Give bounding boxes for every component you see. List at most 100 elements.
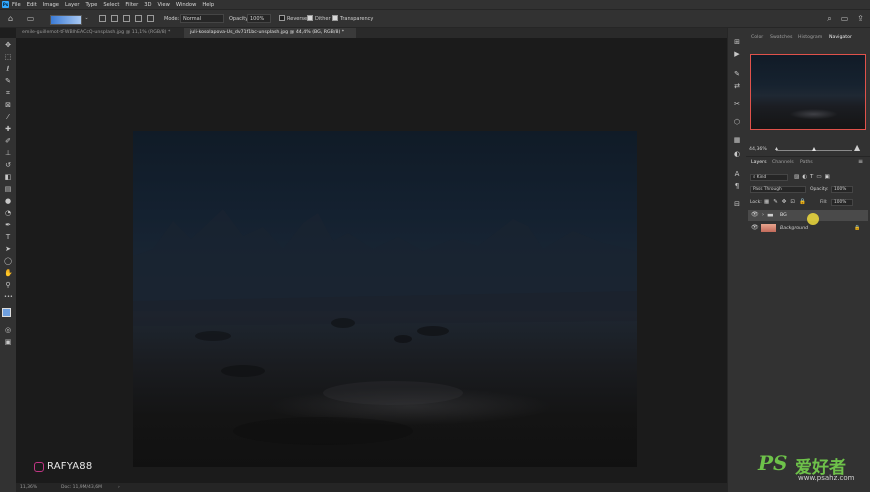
transparency-checkbox[interactable]: [332, 15, 338, 21]
layer-row-background[interactable]: 👁 Background 🔒: [748, 223, 868, 234]
zoom-tool-icon[interactable]: ⚲: [4, 281, 12, 289]
eraser-tool-icon[interactable]: ◧: [4, 173, 12, 181]
menu-3d[interactable]: 3D: [144, 2, 151, 8]
eye-visibility-icon[interactable]: 👁: [751, 211, 759, 218]
linear-gradient-button[interactable]: [99, 15, 106, 22]
menu-file[interactable]: File: [12, 2, 21, 8]
tab-layers[interactable]: Layers: [751, 160, 767, 165]
properties-panel-icon[interactable]: ⊟: [733, 200, 741, 208]
lock-options-icons[interactable]: ▦✎✥⊡🔒: [764, 199, 810, 205]
layer-name-background[interactable]: Background: [780, 226, 808, 231]
frame-tool-icon[interactable]: ⊠: [4, 101, 12, 109]
adjustments-icon[interactable]: ⇄: [733, 82, 741, 90]
actions-panel-icon[interactable]: ▶: [733, 50, 741, 58]
dither-checkbox[interactable]: [307, 15, 313, 21]
navigator-zoom-value[interactable]: 44,36%: [749, 147, 767, 152]
radial-gradient-button[interactable]: [111, 15, 118, 22]
layer-name-bg[interactable]: BG: [780, 213, 787, 218]
diamond-gradient-button[interactable]: [147, 15, 154, 22]
history-brush-tool-icon[interactable]: ↺: [4, 161, 12, 169]
workspace-icon[interactable]: ▭: [840, 14, 849, 23]
canvas-area[interactable]: [16, 38, 727, 483]
color-panel-icon[interactable]: ◐: [733, 150, 741, 158]
quick-select-tool-icon[interactable]: ✎: [4, 77, 12, 85]
folder-icon: ▬: [767, 211, 774, 219]
tab-swatches[interactable]: Swatches: [770, 35, 792, 40]
clone-stamp-tool-icon[interactable]: ⊥: [4, 149, 12, 157]
libraries-icon[interactable]: ▦: [733, 136, 741, 144]
foreground-color-swatch[interactable]: [2, 308, 11, 317]
gradient-tool-preset-icon[interactable]: ▭: [26, 14, 35, 23]
lock-icon: 🔒: [854, 225, 861, 231]
shape-tool-icon[interactable]: ◯: [4, 257, 12, 265]
menu-edit[interactable]: Edit: [27, 2, 37, 8]
reflected-gradient-button[interactable]: [135, 15, 142, 22]
crop-tool-icon[interactable]: ⌗: [4, 89, 12, 97]
angle-gradient-button[interactable]: [123, 15, 130, 22]
tab-channels[interactable]: Channels: [772, 160, 794, 165]
share-icon[interactable]: ⇪: [856, 14, 865, 23]
type-tool-icon[interactable]: T: [4, 233, 12, 241]
zoom-level[interactable]: 11,36%: [20, 483, 37, 492]
marquee-tool-icon[interactable]: ⬚: [4, 53, 12, 61]
chevron-down-icon[interactable]: ⌄: [82, 14, 91, 23]
home-icon[interactable]: ⌂: [6, 14, 15, 23]
gradient-tool-icon[interactable]: ▤: [4, 185, 12, 193]
healing-brush-tool-icon[interactable]: ✚: [4, 125, 12, 133]
blur-tool-icon[interactable]: ●: [4, 197, 12, 205]
lasso-tool-icon[interactable]: ℓ: [4, 65, 12, 73]
3d-panel-icon[interactable]: ⬡: [733, 118, 741, 126]
tab-histogram[interactable]: Histogram: [798, 35, 822, 40]
opacity-field[interactable]: 100%: [247, 14, 271, 23]
tab-paths[interactable]: Paths: [800, 160, 813, 165]
eyedropper-tool-icon[interactable]: ⁄: [4, 113, 12, 121]
mode-dropdown[interactable]: Normal: [180, 14, 224, 23]
paragraph-panel-icon[interactable]: ¶: [733, 182, 741, 190]
brush-settings-icon[interactable]: ✎: [733, 70, 741, 78]
dodge-tool-icon[interactable]: ◔: [4, 209, 12, 217]
screen-mode-icon[interactable]: ▣: [4, 338, 12, 346]
character-panel-icon[interactable]: A: [733, 170, 741, 178]
menu-bar: Ps File Edit Image Layer Type Select Fil…: [0, 0, 870, 9]
navigator-zoom-handle[interactable]: [812, 147, 816, 151]
dither-label: Dither: [315, 16, 331, 22]
layer-opacity-field[interactable]: 100%: [831, 186, 853, 193]
tools-panel-icon[interactable]: ✂: [733, 100, 741, 108]
tab-navigator[interactable]: Navigator: [829, 35, 852, 40]
kind-value: Kind: [756, 175, 767, 180]
menu-image[interactable]: Image: [43, 2, 59, 8]
navigator-preview[interactable]: [750, 54, 866, 130]
layer-filter-icons[interactable]: ▨◐T▭▣: [794, 174, 833, 180]
gradient-preview-swatch[interactable]: [50, 15, 82, 25]
path-selection-tool-icon[interactable]: ➤: [4, 245, 12, 253]
menu-layer[interactable]: Layer: [65, 2, 79, 8]
eye-visibility-icon[interactable]: 👁: [751, 224, 759, 231]
menu-view[interactable]: View: [158, 2, 170, 8]
search-icon[interactable]: ⌕: [825, 14, 834, 23]
menu-select[interactable]: Select: [103, 2, 119, 8]
panel-menu-icon[interactable]: ≡: [858, 158, 863, 165]
layer-opacity-label: Opacity:: [810, 187, 829, 192]
blend-mode-dropdown[interactable]: Pass Through: [750, 186, 806, 193]
document-tab-2[interactable]: juli-kosolapova-Us_dv71f1bc-unsplash.jpg…: [184, 28, 356, 38]
document-image[interactable]: [133, 131, 637, 467]
chevron-right-icon[interactable]: ›: [762, 212, 764, 218]
menu-help[interactable]: Help: [202, 2, 214, 8]
tab-color[interactable]: Color: [751, 35, 763, 40]
pen-tool-icon[interactable]: ✒: [4, 221, 12, 229]
document-tab-1[interactable]: emile-guillemot-tFWBlhEACcQ-unsplash.jpg…: [16, 28, 184, 38]
history-panel-icon[interactable]: ⊞: [733, 38, 741, 46]
hand-tool-icon[interactable]: ✋: [4, 269, 13, 277]
chevron-right-icon[interactable]: ›: [118, 483, 120, 492]
brush-tool-icon[interactable]: ✐: [4, 137, 12, 145]
quick-mask-icon[interactable]: ◎: [4, 326, 12, 334]
menu-filter[interactable]: Filter: [125, 2, 138, 8]
menu-window[interactable]: Window: [176, 2, 196, 8]
zoom-in-icon[interactable]: ▲: [854, 143, 860, 152]
layer-filter-kind-dropdown[interactable]: ⌕ Kind: [750, 174, 788, 181]
more-tools-icon[interactable]: •••: [4, 293, 13, 301]
fill-field[interactable]: 100%: [831, 199, 853, 206]
menu-type[interactable]: Type: [85, 2, 97, 8]
move-tool-icon[interactable]: ✥: [4, 41, 12, 49]
reverse-checkbox[interactable]: [279, 15, 285, 21]
